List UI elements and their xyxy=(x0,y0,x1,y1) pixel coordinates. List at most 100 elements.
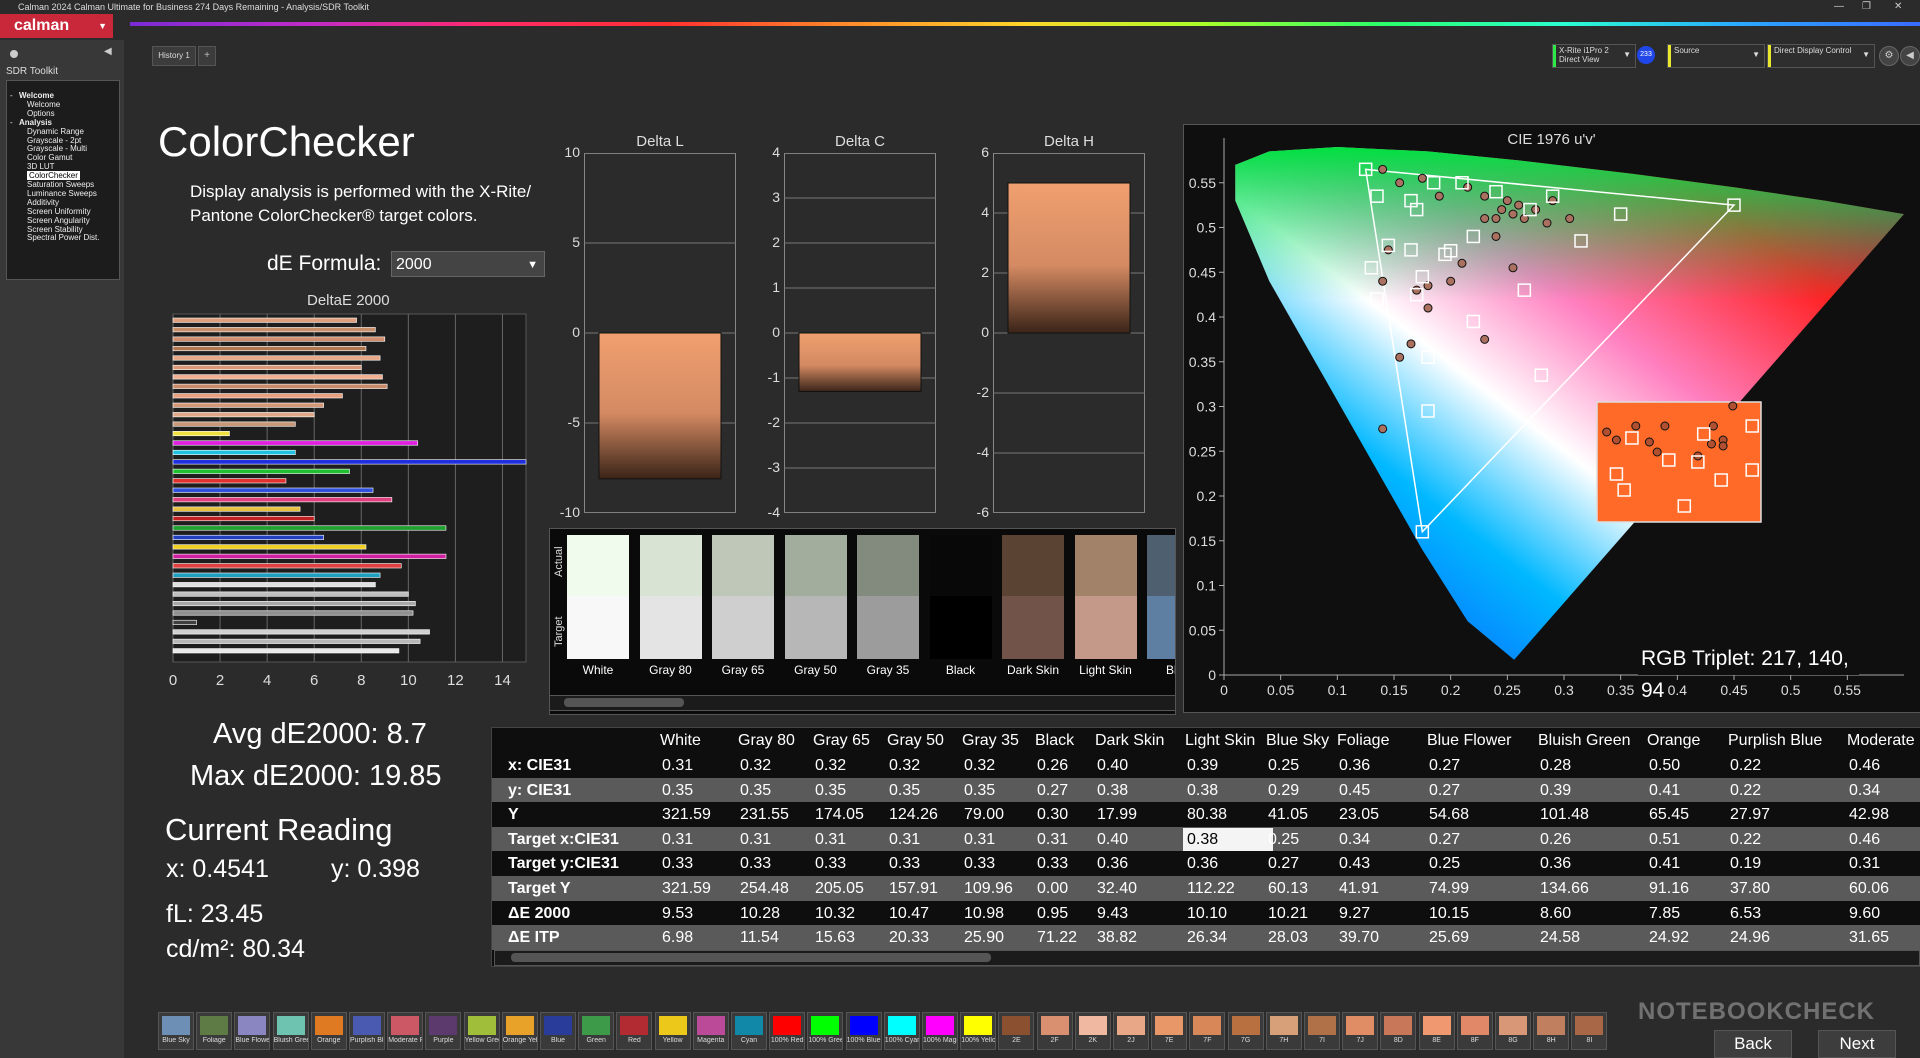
table-cell: 112.22 xyxy=(1187,880,1235,897)
tree-item[interactable]: Color Gamut xyxy=(27,153,72,162)
calman-logo[interactable]: calman ▼ xyxy=(0,14,113,38)
color-tile[interactable]: Purple xyxy=(425,1012,462,1050)
next-button[interactable]: Next xyxy=(1818,1030,1896,1058)
tree-item[interactable]: Screen Angularity xyxy=(27,216,90,225)
tree-item[interactable]: Saturation Sweeps xyxy=(27,180,94,189)
color-tile[interactable]: 8G xyxy=(1495,1012,1531,1050)
color-tile[interactable]: 100% Green xyxy=(807,1012,844,1050)
color-tile[interactable]: 8F xyxy=(1456,1012,1493,1050)
color-tile[interactable]: Blue Sky xyxy=(158,1012,194,1050)
table-cell: 65.45 xyxy=(1649,806,1690,824)
expand-icon[interactable]: - xyxy=(10,91,13,100)
color-tile[interactable]: Bluish Green xyxy=(272,1012,309,1050)
color-tile[interactable]: Blue Flower xyxy=(234,1012,271,1050)
tile-color xyxy=(162,1016,190,1035)
tree-item[interactable]: Analysis xyxy=(19,118,52,127)
color-tile[interactable]: 100% Red xyxy=(769,1012,806,1050)
swatch[interactable]: Black xyxy=(929,535,992,677)
color-tile[interactable]: Moderate Red xyxy=(387,1012,424,1050)
color-tile[interactable]: 100% Magenta xyxy=(922,1012,958,1050)
color-tile[interactable]: 8I xyxy=(1571,1012,1608,1050)
table-cell: 0.31 xyxy=(1037,830,1069,848)
settings-icon[interactable]: ⚙ xyxy=(1879,46,1899,66)
color-tile[interactable]: Cyan xyxy=(731,1012,767,1050)
color-tile[interactable]: Orange xyxy=(310,1012,347,1050)
add-tab-button[interactable]: + xyxy=(198,46,216,66)
device-selector[interactable]: Direct Display Control ▼ xyxy=(1767,44,1875,68)
device-status-bar xyxy=(1768,45,1771,67)
minimize-icon[interactable]: — xyxy=(1834,0,1844,14)
color-tile[interactable]: 7F xyxy=(1189,1012,1226,1050)
tab-history-1[interactable]: History 1 xyxy=(152,46,196,66)
color-tile[interactable]: 7J xyxy=(1342,1012,1379,1050)
tree-item[interactable]: Additivity xyxy=(27,198,59,207)
tree-item[interactable]: Welcome xyxy=(19,91,54,100)
color-tile[interactable]: Magenta xyxy=(692,1012,729,1050)
expand-icon[interactable]: - xyxy=(10,118,13,127)
tree-item[interactable]: Screen Uniformity xyxy=(27,207,91,216)
scroll-thumb[interactable] xyxy=(511,953,991,962)
color-tile[interactable]: 7E xyxy=(1151,1012,1188,1050)
maximize-icon[interactable]: ❐ xyxy=(1862,0,1871,14)
x-tick-label: 0.55 xyxy=(1834,682,1861,698)
color-tile[interactable]: 7G xyxy=(1227,1012,1264,1050)
back-button[interactable]: Back xyxy=(1714,1030,1792,1058)
device-selector[interactable]: Source ▼ xyxy=(1667,44,1765,68)
color-tile[interactable]: 8E xyxy=(1418,1012,1455,1050)
color-tile[interactable]: 2F xyxy=(1036,1012,1073,1050)
color-tile[interactable]: 100% Cyan xyxy=(883,1012,920,1050)
color-tile[interactable]: 2K xyxy=(1074,1012,1111,1050)
tree-item[interactable]: Welcome xyxy=(27,100,60,109)
color-tile[interactable]: Blue xyxy=(540,1012,576,1050)
color-tile[interactable]: 100% Yellow xyxy=(960,1012,997,1050)
color-tile[interactable]: 7H xyxy=(1265,1012,1302,1050)
table-cell: 0.31 xyxy=(1849,855,1881,873)
swatch[interactable]: White xyxy=(567,535,629,677)
tree-item[interactable]: ColorChecker xyxy=(27,171,80,181)
swatch[interactable]: Gray 65 xyxy=(712,535,774,677)
tree-item[interactable]: Spectral Power Dist. xyxy=(27,233,99,242)
swatch[interactable]: Gray 80 xyxy=(639,535,702,677)
color-tile[interactable]: 2E xyxy=(998,1012,1035,1050)
measured-point xyxy=(1480,334,1490,344)
scroll-thumb[interactable] xyxy=(564,698,684,707)
color-tile[interactable]: 7I xyxy=(1304,1012,1340,1050)
tree-item[interactable]: Luminance Sweeps xyxy=(27,189,97,198)
swatch[interactable]: Gray 35 xyxy=(857,535,919,677)
color-tile[interactable]: 8H xyxy=(1533,1012,1570,1050)
color-tile[interactable]: Yellow Green xyxy=(463,1012,500,1050)
tree-item[interactable]: Dynamic Range xyxy=(27,127,84,136)
tile-color xyxy=(1308,1016,1336,1035)
swatch-actual xyxy=(712,535,774,596)
color-tile[interactable]: Orange Yellow xyxy=(501,1012,538,1050)
table-scrollbar[interactable] xyxy=(494,950,1920,966)
device-selector[interactable]: X-Rite i1Pro 2 Direct View ▼ xyxy=(1552,44,1636,68)
tree-item[interactable]: Grayscale - Multi xyxy=(27,144,87,153)
color-tile[interactable]: Red xyxy=(616,1012,653,1050)
swatch[interactable]: Dark Skin xyxy=(1002,535,1064,677)
table-cell: 0.22 xyxy=(1730,830,1762,848)
tile-name: Blue Flower xyxy=(235,1037,270,1044)
color-tile[interactable]: Foliage xyxy=(196,1012,233,1050)
swatch[interactable]: Light Skin xyxy=(1074,535,1137,677)
current-reading-title: Current Reading xyxy=(165,812,393,847)
tree-item[interactable]: Screen Stability xyxy=(27,225,83,234)
pin-icon[interactable] xyxy=(10,50,18,58)
formula-select[interactable]: 2000 ▼ xyxy=(391,251,545,277)
collapse-right-icon[interactable]: ◀ xyxy=(1900,46,1920,66)
collapse-left-icon[interactable]: ◀ xyxy=(104,46,112,57)
color-tile[interactable]: 8D xyxy=(1380,1012,1417,1050)
swatch[interactable]: Blue xyxy=(1147,535,1175,677)
tree-item[interactable]: Options xyxy=(27,109,55,118)
color-tile[interactable]: Yellow xyxy=(654,1012,691,1050)
tree-item[interactable]: Grayscale - 2pt xyxy=(27,136,81,145)
table-cell: 0.31 xyxy=(964,830,996,848)
tree-item[interactable]: 3D LUT xyxy=(27,162,55,171)
close-icon[interactable]: ✕ xyxy=(1894,0,1902,14)
color-tile[interactable]: Green xyxy=(578,1012,615,1050)
color-tile[interactable]: 100% Blue xyxy=(845,1012,882,1050)
swatch[interactable]: Gray 50 xyxy=(784,535,847,677)
color-tile[interactable]: 2J xyxy=(1113,1012,1149,1050)
swatch-scrollbar[interactable] xyxy=(549,695,1176,711)
color-tile[interactable]: Purplish Blue xyxy=(349,1012,385,1050)
